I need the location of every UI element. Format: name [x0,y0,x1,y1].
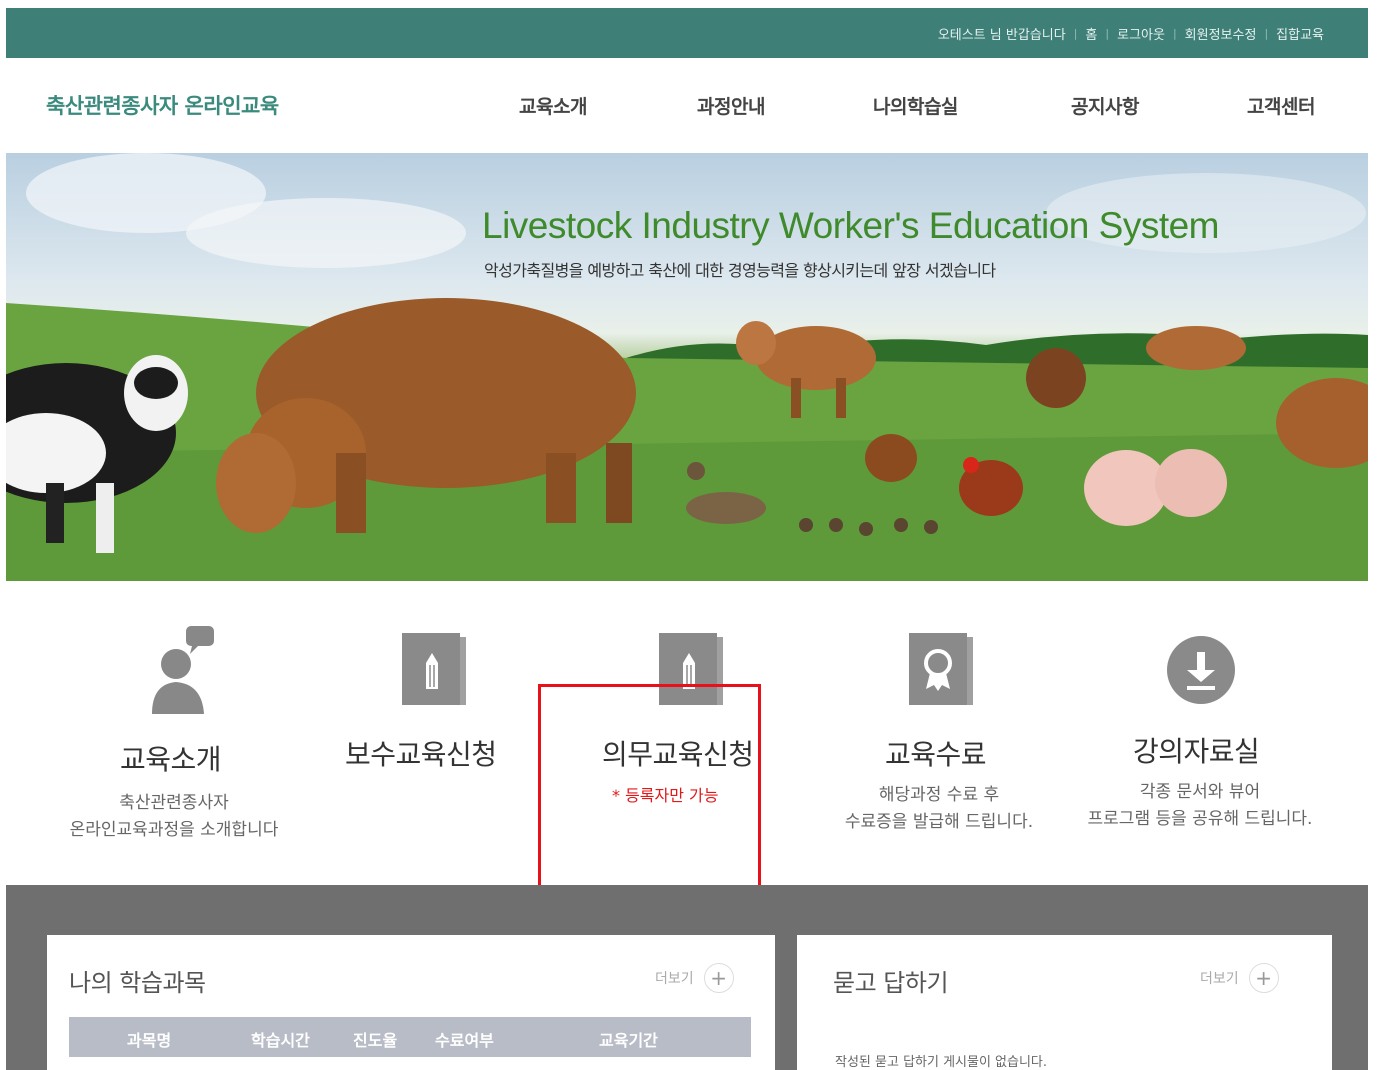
column-header: 교육기간 [599,1031,658,1050]
group-education-link[interactable]: 집합교육 [1276,24,1324,43]
divider: | [1172,27,1177,40]
top-utility-bar: 오테스트 님 반갑습니다 | 홈 | 로그아웃 | 회원정보수정 | 집합교육 [6,8,1368,58]
more-label: 더보기 [1200,971,1239,987]
pencil-document-icon [402,633,466,705]
home-link[interactable]: 홈 [1085,24,1097,43]
quick-desc: 축산관련종사자 온라인교육과정을 소개합니다 [40,790,308,844]
column-header: 과목명 [127,1031,172,1050]
quick-desc-line: 프로그램 등을 공유해 드립니다. [1087,809,1313,829]
column-header: 수료여부 [435,1031,494,1050]
empty-message: 작성된 묻고 답하기 게시물이 없습니다. [835,1055,1048,1070]
divider: | [1073,27,1078,40]
nav-item-course-guide[interactable]: 과정안내 [697,92,765,119]
nav-item-education-intro[interactable]: 교육소개 [519,92,587,119]
divider: | [1105,27,1110,40]
divider: | [1264,27,1269,40]
my-courses-panel: 나의 학습과목 더보기 + 과목명 학습시간 진도율 수료여부 교육기간 [47,935,775,1070]
quick-desc-line: 온라인교육과정을 소개합니다 [69,820,279,840]
courses-table-header: 과목명 학습시간 진도율 수료여부 교육기간 [69,1017,751,1057]
column-header: 진도율 [353,1031,398,1050]
quick-title: 강의자료실 [1133,735,1260,768]
edit-profile-link[interactable]: 회원정보수정 [1185,24,1257,43]
main-nav: 교육소개 과정안내 나의학습실 공지사항 고객센터 [0,92,1378,122]
hero-subtitle: 악성가축질병을 예방하고 축산에 대한 경영능력을 향상시키는데 앞장 서겠습니… [484,261,996,280]
greeting-text: 오테스트 님 반갑습니다 [937,28,1066,43]
quick-desc-line: 해당과정 수료 후 [878,785,1000,805]
highlight-annotation-box [538,684,761,902]
more-label: 더보기 [655,971,694,987]
hero-title: Livestock Industry Worker's Education Sy… [482,205,1220,246]
qna-panel: 묻고 답하기 더보기 + 작성된 묻고 답하기 게시물이 없습니다. [797,935,1332,1070]
certificate-icon [909,633,973,705]
quick-desc-line: 각종 문서와 뷰어 [1139,782,1261,802]
quick-title: 보수교육신청 [345,738,497,771]
more-button[interactable]: 더보기 + [655,963,734,993]
quick-desc-line: 수료증을 발급해 드립니다. [844,812,1034,832]
plus-icon[interactable]: + [1248,963,1279,993]
quick-title: 교육소개 [120,743,222,776]
panel-title: 나의 학습과목 [69,969,206,997]
nav-item-my-study[interactable]: 나의학습실 [873,92,958,119]
logout-link[interactable]: 로그아웃 [1117,24,1165,43]
utility-links: 오테스트 님 반갑습니다 | 홈 | 로그아웃 | 회원정보수정 | 집합교육 [938,24,1324,43]
nav-item-customer-center[interactable]: 고객센터 [1247,92,1315,119]
quick-desc: 각종 문서와 뷰어 프로그램 등을 공유해 드립니다. [1062,779,1338,833]
panel-title: 묻고 답하기 [833,969,949,997]
quick-title: 교육수료 [885,738,987,771]
plus-icon[interactable]: + [703,963,734,993]
nav-item-notice[interactable]: 공지사항 [1071,92,1139,119]
quick-desc-line: 축산관련종사자 [119,793,229,813]
more-button[interactable]: 더보기 + [1200,963,1279,993]
column-header: 학습시간 [251,1031,310,1050]
hero-banner: Livestock Industry Worker's Education Sy… [6,153,1368,581]
quick-desc: 해당과정 수료 후 수료증을 발급해 드립니다. [810,782,1068,836]
download-icon [1167,636,1235,704]
person-speech-icon [152,626,214,714]
